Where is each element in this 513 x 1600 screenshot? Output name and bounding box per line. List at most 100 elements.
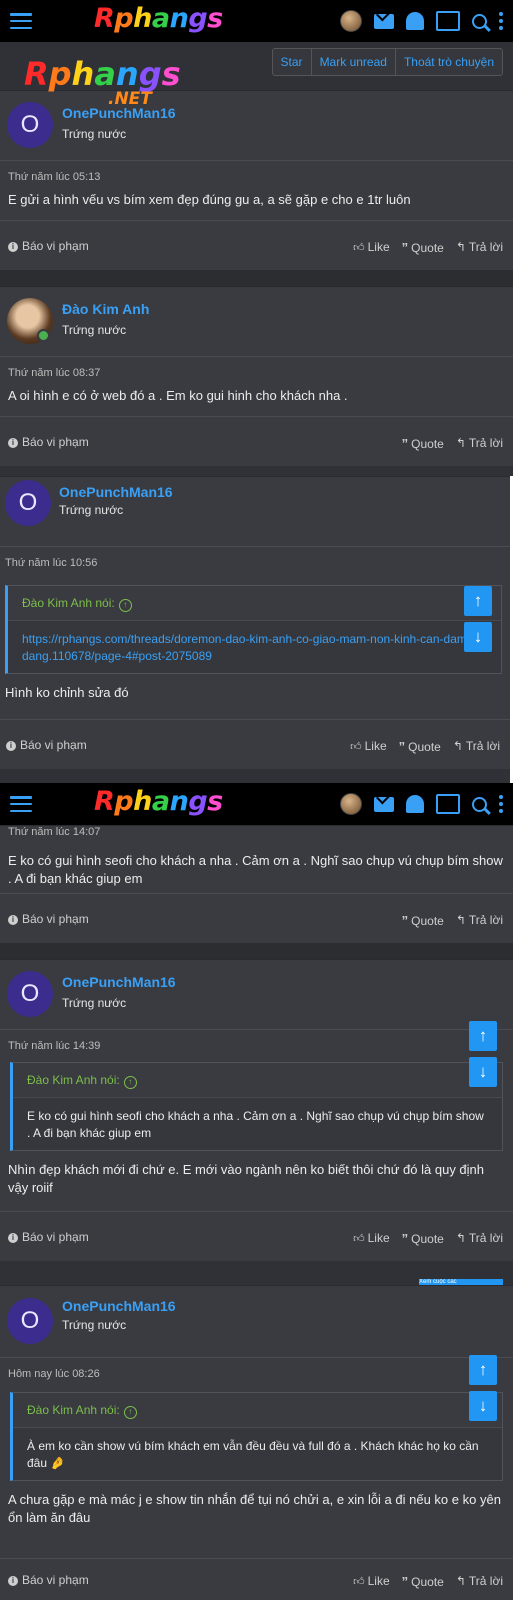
author-name[interactable]: OnePunchMan16 (62, 1298, 176, 1314)
screenshot-1: Rphangs Star Mark unread Thoát trò chuyệ… (0, 0, 513, 476)
scroll-down-button[interactable]: ↓ (469, 1057, 497, 1087)
reply-button[interactable]: Trả lời (456, 1574, 503, 1589)
mark-unread-button[interactable]: Mark unread (310, 49, 395, 75)
report-link[interactable]: Báo vi phạm (8, 1573, 89, 1587)
more-icon[interactable] (499, 12, 503, 30)
screenshot-4: O OnePunchMan16 Trứng nước Hôm nay lúc 0… (0, 1285, 513, 1600)
reply-button[interactable]: Trả lời (456, 1231, 503, 1246)
quote-block: Đào Kim Anh nói: À em ko cần show vú bím… (10, 1392, 503, 1481)
post-footer: Báo vi phạm Like Quote Trả lời (0, 719, 510, 769)
post-header: Đào Kim Anh Trứng nước (0, 287, 513, 357)
avatar[interactable]: O (5, 480, 51, 526)
site-logo[interactable]: Rphangs (94, 2, 223, 36)
quote-author[interactable]: Đào Kim Anh nói: (8, 586, 501, 621)
reply-button[interactable]: Trả lời (456, 240, 503, 255)
screenshot-2: O OnePunchMan16 Trứng nước Thứ năm lúc 1… (0, 476, 510, 783)
post-footer: Báo vi phạm Quote Trả lời (0, 893, 513, 943)
quote-block: Đào Kim Anh nói: E ko có gui hình seofi … (10, 1062, 503, 1151)
post-body: E ko có gui hình seofi cho khách a nha .… (8, 853, 503, 886)
search-icon[interactable] (472, 796, 487, 812)
post: Đào Kim Anh Trứng nước Thứ năm lúc 08:37… (0, 286, 513, 466)
site-logo[interactable]: Rphangs (94, 785, 223, 819)
post-header: O OnePunchMan16 Trứng nước (0, 960, 513, 1030)
post: O OnePunchMan16 Trứng nước Hôm nay lúc 0… (0, 1285, 513, 1600)
scroll-buttons: ↑ ↓ (469, 1355, 497, 1421)
star-button[interactable]: Star (273, 49, 311, 75)
like-button[interactable]: Like (350, 739, 387, 754)
reply-button[interactable]: Trả lời (453, 739, 500, 754)
quote-button[interactable]: Quote (399, 739, 441, 754)
quote-text: E ko có gui hình seofi cho khách a nha .… (27, 1109, 484, 1140)
quote-author[interactable]: Đào Kim Anh nói: (13, 1393, 502, 1428)
bell-icon[interactable] (406, 12, 424, 30)
user-rank: Trứng nước (59, 503, 124, 517)
post-header: O OnePunchMan16 Trứng nước (0, 477, 510, 547)
post-date[interactable]: Thứ năm lúc 10:56 (0, 547, 510, 585)
author-name[interactable]: OnePunchMan16 (62, 974, 176, 990)
more-icon[interactable] (499, 795, 503, 813)
store-icon[interactable] (436, 794, 460, 814)
user-rank: Trứng nước (62, 323, 127, 337)
post-body: Hình ko chỉnh sửa đó (5, 685, 129, 700)
like-button[interactable]: Like (353, 1574, 390, 1589)
leave-conversation-button[interactable]: Thoát trò chuyện (394, 49, 502, 75)
quote-author[interactable]: Đào Kim Anh nói: (13, 1063, 502, 1098)
avatar[interactable]: O (7, 102, 53, 148)
avatar[interactable]: O (7, 971, 53, 1017)
post-body: A oi hình e có ở web đó a . Em ko gui hi… (8, 388, 348, 403)
like-button[interactable]: Like (353, 240, 390, 255)
scroll-up-button[interactable]: ↑ (464, 586, 492, 616)
post-footer: Báo vi phạm Like Quote Trả lời (0, 1558, 513, 1600)
user-rank: Trứng nước (62, 127, 127, 141)
post-actions: Like Quote Trả lời (353, 1574, 503, 1589)
report-link[interactable]: Báo vi phạm (8, 912, 89, 926)
post-date[interactable]: Hôm nay lúc 08:26 (0, 1358, 513, 1392)
post-date[interactable]: Thứ năm lúc 05:13 (0, 161, 513, 191)
reply-button[interactable]: Trả lời (456, 436, 503, 451)
post-header: O OnePunchMan16 Trứng nước (0, 91, 513, 161)
mail-icon[interactable] (374, 13, 394, 29)
quote-button[interactable]: Quote (402, 240, 444, 255)
reply-button[interactable]: Trả lời (456, 913, 503, 928)
quote-button[interactable]: Quote (402, 1574, 444, 1589)
user-avatar[interactable] (340, 10, 362, 32)
report-link[interactable]: Báo vi phạm (6, 738, 87, 752)
avatar[interactable]: O (7, 1298, 53, 1344)
site-watermark-logo: Rphangs .NET (24, 55, 181, 109)
author-name[interactable]: Đào Kim Anh (62, 301, 149, 317)
author-name[interactable]: OnePunchMan16 (59, 484, 173, 500)
scroll-up-button[interactable]: ↑ (469, 1355, 497, 1385)
post-actions: Quote Trả lời (402, 436, 503, 451)
report-link[interactable]: Báo vi phạm (8, 239, 89, 253)
post-actions: Like Quote Trả lời (353, 240, 503, 255)
quote-block: Đào Kim Anh nói: https://rphangs.com/thr… (5, 585, 502, 674)
quote-text: À em ko cần show vú bím khách em vẫn đều… (27, 1439, 479, 1470)
store-icon[interactable] (436, 11, 460, 31)
like-button[interactable]: Like (353, 1231, 390, 1246)
post-date[interactable]: Thứ năm lúc 08:37 (0, 357, 513, 387)
bell-icon[interactable] (406, 795, 424, 813)
watermark-net: .NET (108, 89, 152, 109)
scroll-up-button[interactable]: ↑ (469, 1021, 497, 1051)
post-header: O OnePunchMan16 Trứng nước (0, 1286, 513, 1358)
post-footer: Báo vi phạm Quote Trả lời (0, 416, 513, 466)
post-actions: Like Quote Trả lời (350, 739, 500, 754)
user-avatar[interactable] (340, 793, 362, 815)
online-status-icon (37, 329, 50, 342)
post-body: Nhìn đẹp khách mới đi chứ e. E mới vào n… (8, 1162, 485, 1195)
report-link[interactable]: Báo vi phạm (8, 435, 89, 449)
scroll-down-button[interactable]: ↓ (464, 622, 492, 652)
post-date[interactable]: Thứ năm lúc 14:39 (0, 1030, 513, 1062)
report-link[interactable]: Báo vi phạm (8, 1230, 89, 1244)
scroll-down-button[interactable]: ↓ (469, 1391, 497, 1421)
quote-link[interactable]: https://rphangs.com/threads/doremon-dao-… (8, 621, 501, 673)
post-date[interactable]: Thứ năm lúc 14:07 (0, 826, 513, 852)
menu-icon[interactable] (10, 13, 32, 29)
quote-button[interactable]: Quote (402, 436, 444, 451)
search-icon[interactable] (472, 13, 487, 29)
mail-icon[interactable] (374, 796, 394, 812)
post-actions: Quote Trả lời (402, 913, 503, 928)
quote-button[interactable]: Quote (402, 913, 444, 928)
menu-icon[interactable] (10, 796, 32, 812)
quote-button[interactable]: Quote (402, 1231, 444, 1246)
